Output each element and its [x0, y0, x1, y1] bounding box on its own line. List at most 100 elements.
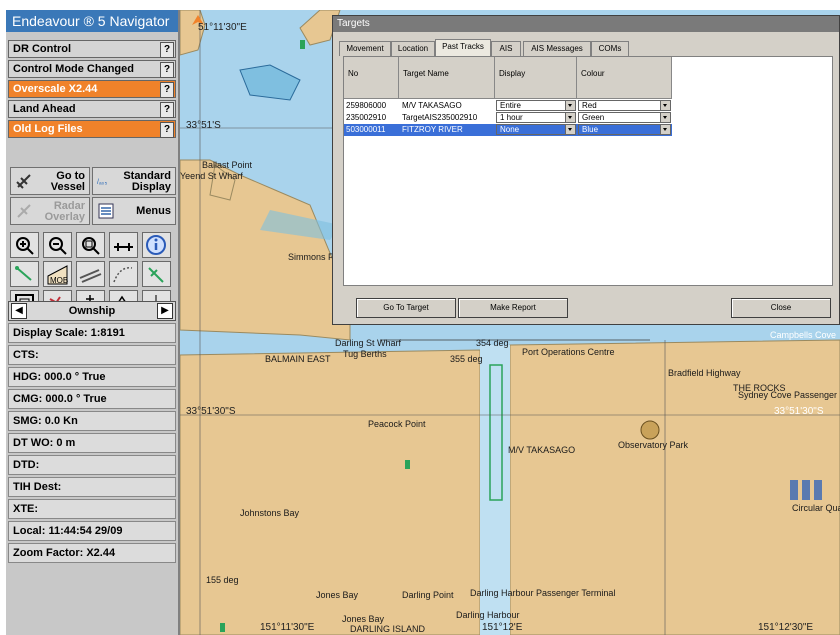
chart-label-30: Campbells Cove — [770, 330, 837, 340]
chart-label-27: 151°11'30"E — [260, 622, 315, 633]
radar-icon — [17, 204, 31, 218]
dropdown-arrow-icon[interactable] — [660, 101, 670, 110]
display-select[interactable]: None — [496, 124, 576, 135]
chart-label-11: Bradfield Highway — [668, 368, 741, 378]
table-row[interactable]: 259806000 M/V TAKASAGO Entire Red — [344, 100, 672, 112]
alarm-old-log-files[interactable]: Old Log Files ? — [8, 120, 176, 138]
close-button[interactable]: Close — [731, 298, 831, 318]
alarm-overscale[interactable]: Overscale X2.44 ? — [8, 80, 176, 98]
column-header-display[interactable]: Display — [495, 57, 577, 99]
info-icon[interactable] — [142, 232, 171, 258]
dropdown-arrow-icon[interactable] — [565, 125, 575, 134]
chart-label-28: 151°12'E — [482, 622, 523, 633]
alarm-help-button[interactable]: ? — [160, 42, 174, 58]
satellite-icon — [16, 174, 31, 189]
chart-label-16: Peacock Point — [368, 419, 426, 429]
standard-display-badge: /ₐ₀₅ — [97, 179, 108, 186]
display-scale: Display Scale: 1:8191 — [8, 323, 176, 343]
zoom-area-icon[interactable] — [76, 232, 105, 258]
menus-label: Menus — [136, 205, 171, 217]
alarm-help-button[interactable]: ? — [160, 82, 174, 98]
display-value: 1 hour — [500, 113, 523, 122]
tab-past-tracks[interactable]: Past Tracks — [435, 39, 491, 56]
alarm-help-button[interactable]: ? — [160, 62, 174, 78]
alarm-help-button[interactable]: ? — [160, 102, 174, 118]
dialog-title: Targets — [333, 16, 839, 32]
chart-label-20: 155 deg — [206, 575, 239, 585]
tab-ais[interactable]: AIS — [491, 41, 521, 56]
column-header-colour[interactable]: Colour — [577, 57, 672, 99]
chart-label-19: Johnstons Bay — [240, 508, 300, 518]
chart-label-29: 151°12'30"E — [758, 622, 814, 633]
table-row-selected[interactable]: 503000011 FITZROY RIVER None Blue — [344, 124, 672, 136]
alarm-label: Old Log Files — [13, 123, 83, 135]
alarm-label: Land Ahead — [13, 103, 76, 115]
xte: XTE: — [8, 499, 176, 519]
chart-label-4: Simmons P — [288, 252, 335, 262]
zoom-in-icon[interactable] — [10, 232, 39, 258]
screen: 51°11'30"E 33°51'S Ballast Point Yeend S… — [0, 0, 840, 635]
chart-label-31: Circular Quay — [792, 503, 840, 513]
mob-icon[interactable]: MOB — [43, 261, 72, 287]
table-row[interactable]: 235002910 TargetAIS235002910 1 hour Gree… — [344, 112, 672, 124]
go-to-target-button[interactable]: Go To Target — [356, 298, 456, 318]
chart-label-9: 355 deg — [450, 354, 483, 364]
radar-overlay-button[interactable]: Radar Overlay — [10, 197, 90, 225]
display-value: Entire — [500, 101, 521, 110]
chart-label-25: Jones Bay — [342, 614, 385, 624]
chart-label-8: 354 deg — [476, 338, 509, 348]
tab-coms[interactable]: COMs — [591, 41, 629, 56]
go-to-vessel-button[interactable]: Go to Vessel — [10, 167, 90, 195]
chart-label-24: Darling Harbour — [456, 610, 520, 620]
chart-label-2: Ballast Point — [202, 160, 253, 170]
targets-dialog: Targets Movement Location Past Tracks AI… — [332, 15, 840, 325]
cts: CTS: — [8, 345, 176, 365]
menu-icon — [98, 203, 114, 219]
cursor-icon[interactable] — [142, 261, 171, 287]
display-select[interactable]: Entire — [496, 100, 576, 111]
display-select[interactable]: 1 hour — [496, 112, 576, 123]
route-icon[interactable] — [10, 261, 39, 287]
track-icon[interactable] — [109, 261, 138, 287]
colour-select[interactable]: Blue — [578, 124, 671, 135]
cmg: CMG: 000.0 ° True — [8, 389, 176, 409]
chart-label-5: Darling St Wharf — [335, 338, 402, 348]
alarm-dr-control[interactable]: DR Control ? — [8, 40, 176, 58]
dropdown-arrow-icon[interactable] — [660, 125, 670, 134]
alarm-control-mode-changed[interactable]: Control Mode Changed ? — [8, 60, 176, 78]
menus-button[interactable]: Menus — [92, 197, 176, 225]
heading: HDG: 000.0 ° True — [8, 367, 176, 387]
chart-layer-icon[interactable] — [76, 261, 105, 287]
tab-ais-messages[interactable]: AIS Messages — [523, 41, 591, 56]
column-header-no[interactable]: No — [344, 57, 399, 99]
dropdown-arrow-icon[interactable] — [660, 113, 670, 122]
colour-select[interactable]: Red — [578, 100, 671, 111]
dtwo: DT WO: 0 m — [8, 433, 176, 453]
chart-label-6: BALMAIN EAST — [265, 354, 331, 364]
smg: SMG: 0.0 Kn — [8, 411, 176, 431]
prev-arrow-icon[interactable]: ◀ — [11, 303, 27, 319]
tab-location[interactable]: Location — [391, 41, 435, 56]
chart-label-21: Jones Bay — [316, 590, 359, 600]
make-report-button[interactable]: Make Report — [458, 298, 568, 318]
next-arrow-icon[interactable]: ▶ — [157, 303, 173, 319]
alarm-land-ahead[interactable]: Land Ahead ? — [8, 100, 176, 118]
alarm-help-button[interactable]: ? — [160, 122, 174, 138]
alarm-label: Control Mode Changed — [13, 63, 134, 75]
dropdown-arrow-icon[interactable] — [565, 101, 575, 110]
chart-label-0: 51°11'30"E — [198, 22, 247, 33]
chart-label-23: Darling Harbour Passenger Terminal — [470, 588, 616, 598]
column-header-target-name[interactable]: Target Name — [399, 57, 495, 99]
dropdown-arrow-icon[interactable] — [565, 113, 575, 122]
measure-icon[interactable] — [109, 232, 138, 258]
tab-movement[interactable]: Movement — [339, 41, 391, 56]
local-time: Local: 11:44:54 29/09 — [8, 521, 176, 541]
colour-select[interactable]: Green — [578, 112, 671, 123]
cell-target-name: M/V TAKASAGO — [402, 101, 462, 110]
chart-label-3: Yeend St Wharf — [180, 171, 243, 181]
standard-display-button[interactable]: /ₐ₀₅ Standard Display — [92, 167, 176, 195]
chart-label-15: 33°51'30"S — [774, 406, 824, 417]
colour-value: Red — [582, 101, 597, 110]
colour-value: Blue — [582, 125, 599, 134]
zoom-out-icon[interactable] — [43, 232, 72, 258]
